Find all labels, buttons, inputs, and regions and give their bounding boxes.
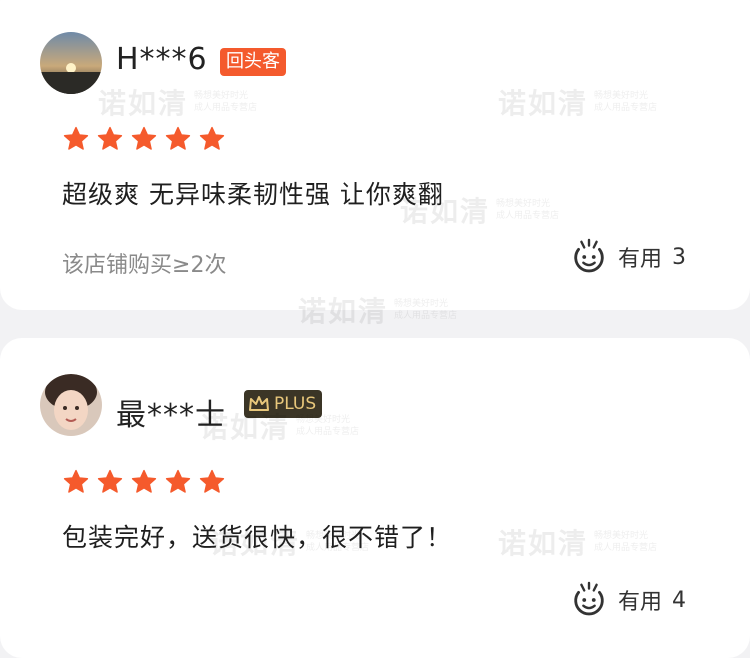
useful-button[interactable]: 有用 4 — [570, 581, 686, 619]
star-icon — [97, 126, 123, 150]
avatar[interactable] — [40, 374, 102, 436]
username: H***6 — [116, 42, 208, 77]
useful-button[interactable]: 有用 3 — [570, 238, 686, 276]
star-icon — [97, 469, 123, 493]
star-rating — [62, 125, 226, 153]
purchase-count-info: 该店铺购买≥2次 — [62, 253, 227, 278]
avatar[interactable] — [40, 32, 102, 94]
star-rating — [62, 468, 226, 496]
star-icon — [165, 126, 191, 150]
plus-member-badge: PLUS — [244, 390, 323, 418]
crown-icon — [249, 396, 269, 411]
username: 最***士 — [116, 398, 226, 433]
star-icon — [63, 469, 89, 493]
star-icon — [199, 126, 225, 150]
thumb-smiley-icon — [574, 238, 604, 273]
star-icon — [131, 469, 157, 493]
star-icon — [63, 126, 89, 150]
review-card: 最***士 PLUS 诺如清 畅想美好时光 成人用品专营店 诺如清 畅想美好时光成… — [0, 338, 750, 658]
returning-customer-badge: 回头客 — [220, 48, 286, 76]
useful-count: 4 — [672, 587, 687, 613]
useful-label: 有用 — [618, 247, 663, 272]
star-icon — [165, 469, 191, 493]
review-text: 包装完好，送货很快，很不错了！ — [62, 523, 453, 552]
useful-label: 有用 — [618, 590, 663, 615]
review-text: 超级爽 无异味柔韧性强 让你爽翻 — [62, 180, 444, 209]
watermark: 诺如清 畅想美好时光成人用品专营店 — [498, 87, 658, 120]
review-card: H***6 回头客 诺如清 畅想美好时光 成人用品专营店 诺如清 畅想美好时光 成人… — [0, 0, 750, 310]
watermark: 诺如清 畅想美好时光成人用品专营店 — [498, 527, 658, 560]
useful-count: 3 — [672, 244, 687, 270]
star-icon — [199, 469, 225, 493]
star-icon — [131, 126, 157, 150]
watermark: 诺如清 畅想美好时光成人用品专营店 — [98, 87, 258, 120]
thumb-smiley-icon — [574, 581, 604, 616]
